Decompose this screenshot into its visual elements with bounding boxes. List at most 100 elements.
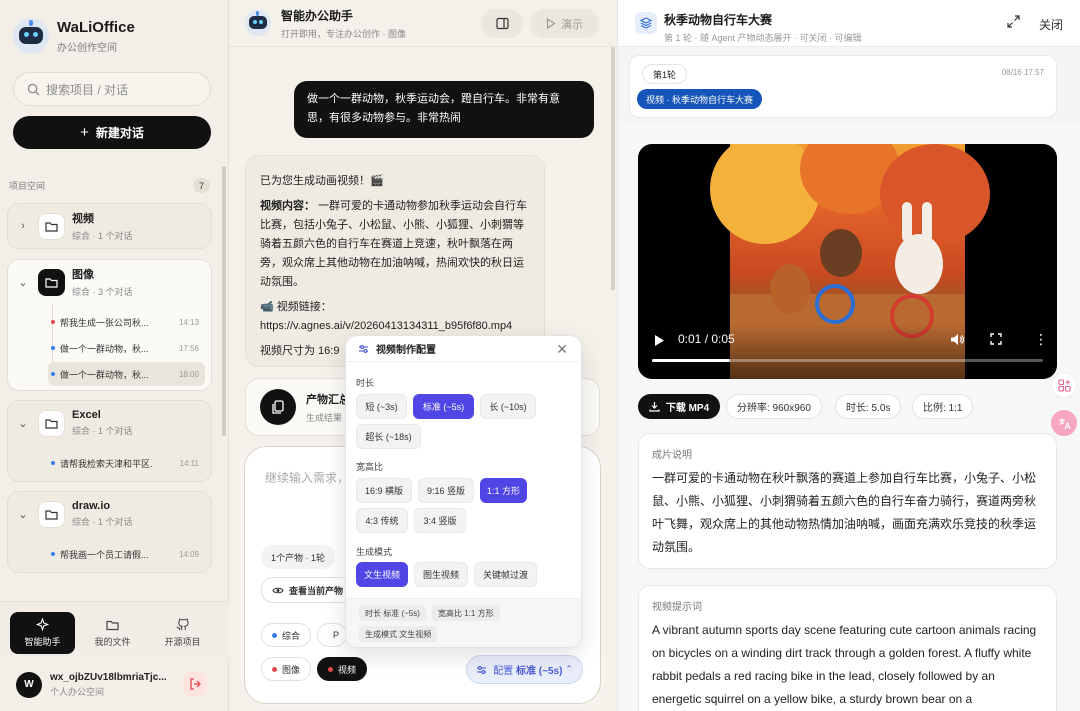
volume-icon[interactable] xyxy=(950,333,965,349)
conversation-title: 做一个一群动物，秋... xyxy=(60,343,149,354)
video-link[interactable]: https://v.agnes.ai/v/20260413134311_b95f… xyxy=(260,317,530,336)
artifact-title: 产物汇总 xyxy=(306,393,350,406)
preview-header: 秋季动物自行车大赛第 1 轮 · 随 Agent 产物动态展开 · 可关闭 · … xyxy=(618,0,1080,47)
ratio-option-16-9[interactable]: 16:9 横版 xyxy=(356,478,412,503)
close-icon[interactable]: ✕ xyxy=(556,341,568,358)
play-icon[interactable] xyxy=(654,334,665,350)
chat-input-placeholder[interactable]: 继续输入需求， xyxy=(265,469,349,486)
mode-chip-image[interactable]: 图像 xyxy=(261,657,312,681)
project-meta: 综合 · 1 个对话 xyxy=(72,517,133,527)
user-space: 个人办公空间 xyxy=(50,686,105,697)
chat-scrollbar[interactable] xyxy=(611,47,615,290)
preview-subtitle: 第 1 轮 · 随 Agent 产物动态展开 · 可关闭 · 可编辑 xyxy=(664,33,862,43)
artifact-tag[interactable]: 视频 · 秋季动物自行车大赛 xyxy=(637,89,762,109)
video-progress-track[interactable] xyxy=(652,359,1043,362)
project-item-drawio[interactable]: ⌄ draw.io 综合 · 1 个对话 帮我画一个员工请假... 14:09 xyxy=(7,491,212,573)
download-icon xyxy=(649,402,660,412)
preview-panel: 秋季动物自行车大赛第 1 轮 · 随 Agent 产物动态展开 · 可关闭 · … xyxy=(617,0,1080,711)
translate-fab[interactable] xyxy=(1051,410,1077,436)
conversation-title: 帮我生成一张公司秋... xyxy=(60,317,149,328)
mode-label: P xyxy=(333,630,340,640)
duration-option-short[interactable]: 短 (~3s) xyxy=(356,394,407,419)
status-dot xyxy=(51,372,55,376)
video-player[interactable]: 0:01 / 0:05 ⋮ xyxy=(638,144,1057,379)
mode-dot xyxy=(328,666,333,672)
apps-fab[interactable] xyxy=(1051,372,1077,398)
expand-icon[interactable] xyxy=(1007,15,1020,31)
logout-button[interactable] xyxy=(183,672,207,696)
config-button[interactable]: 配置 标准 (~5s) ⌃ xyxy=(466,655,583,684)
project-name: 图像 xyxy=(72,269,94,281)
view-artifacts-button[interactable]: 查看当前产物 xyxy=(261,577,355,603)
project-item-excel[interactable]: ⌄ Excel 综合 · 1 个对话 请帮我检索天津和平区... 14:11 xyxy=(7,400,212,482)
section-count-badge: 7 xyxy=(193,178,210,193)
more-vertical-icon[interactable]: ⋮ xyxy=(1034,332,1048,346)
popup-title: 视频制作配置 xyxy=(376,345,436,356)
ratio-option-1-1[interactable]: 1:1 方形 xyxy=(480,478,527,503)
ratio-option-4-3[interactable]: 4:3 传统 xyxy=(356,508,408,533)
search-input[interactable]: 搜索项目 / 对话 xyxy=(13,72,211,106)
project-item-video[interactable]: › 视频综合 · 1 个对话 xyxy=(7,203,212,249)
preview-body: 0:01 / 0:05 ⋮ 下载 MP4 分辨率: 960x960 时长: 5.… xyxy=(618,124,1080,711)
toggle-panel-button[interactable] xyxy=(481,9,523,38)
assistant-content: 视频内容： 一群可爱的卡通动物参加秋季运动会自行车比赛，包括小兔子、小松鼠、小熊… xyxy=(260,197,530,292)
download-mp4-button[interactable]: 下载 MP4 xyxy=(638,394,720,419)
duration-option-standard[interactable]: 标准 (~5s) xyxy=(413,394,474,419)
apps-icon xyxy=(1057,378,1071,392)
round-badge: 第1轮 xyxy=(642,64,688,84)
chevron-down-icon[interactable]: ⌄ xyxy=(8,276,38,289)
popup-header: 视频制作配置 xyxy=(346,336,581,362)
conversation-item[interactable]: 帮我生成一张公司秋... 14:13 xyxy=(48,310,205,334)
sidebar: WaLiOffice 办公创作空间 搜索项目 / 对话 + 新建对话 项目空间 7… xyxy=(0,0,229,711)
new-chat-button[interactable]: + 新建对话 xyxy=(13,116,211,149)
robot-logo-icon xyxy=(13,18,49,54)
mode-dot xyxy=(272,632,277,638)
ratio-option-3-4[interactable]: 3:4 竖版 xyxy=(414,508,466,533)
conversation-title: 做一个一群动物，秋... xyxy=(60,369,149,380)
chevron-right-icon[interactable]: › xyxy=(8,220,38,232)
ratio-option-9-16[interactable]: 9:16 竖版 xyxy=(418,478,474,503)
chevron-up-icon: ⌃ xyxy=(565,664,573,674)
nav-my-files[interactable]: 我的文件 xyxy=(80,612,145,654)
conversation-item-selected[interactable]: 做一个一群动物，秋... 18:00 xyxy=(48,362,205,386)
duration-option-long[interactable]: 长 (~10s) xyxy=(480,394,536,419)
robot-avatar-icon xyxy=(245,10,271,36)
close-preview-button[interactable]: 关闭 xyxy=(1039,16,1063,33)
translate-icon xyxy=(1058,418,1071,429)
sliders-icon xyxy=(359,344,368,353)
mode-chip-p[interactable]: P xyxy=(317,623,347,647)
mode-option-text-to-video[interactable]: 文生视频 xyxy=(356,562,408,587)
conversation-title: 请帮我检索天津和平区... xyxy=(60,458,152,469)
artifact-subtitle: 生成结果 xyxy=(306,412,343,423)
user-profile[interactable]: W wx_ojbZUv18lbmriaTjc... 个人办公空间 xyxy=(0,658,229,711)
duration-option-extra-long[interactable]: 超长 (~18s) xyxy=(356,424,421,449)
mode-chip-general[interactable]: 综合 xyxy=(261,623,312,647)
mode-chip-video[interactable]: 视频 xyxy=(317,657,368,681)
project-item-image[interactable]: ⌄ 图像 综合 · 3 个对话 帮我生成一张公司秋... 14:13 做一个一群动物… xyxy=(7,259,212,391)
nav-assistant[interactable]: 智能助手 xyxy=(10,612,75,654)
conversation-item[interactable]: 请帮我检索天津和平区... 14:11 xyxy=(48,451,205,475)
conversation-item[interactable]: 做一个一群动物，秋... 17:56 xyxy=(48,336,205,360)
demo-label: 演示 xyxy=(561,18,583,31)
project-name: Excel xyxy=(72,409,101,421)
conversation-item[interactable]: 帮我画一个员工请假... 14:09 xyxy=(48,542,205,566)
chevron-down-icon[interactable]: ⌄ xyxy=(8,508,38,521)
mode-label: 视频 xyxy=(338,664,357,675)
mode-option-image-to-video[interactable]: 图生视频 xyxy=(414,562,468,587)
mode-option-keyframe[interactable]: 关键帧过渡 xyxy=(474,562,537,587)
sliders-icon xyxy=(477,665,487,674)
status-dot xyxy=(51,461,55,465)
status-dot xyxy=(51,552,55,556)
project-meta: 综合 · 1 个对话 xyxy=(72,231,133,241)
ratio-label: 宽高比 xyxy=(356,462,384,472)
fullscreen-icon[interactable] xyxy=(990,333,1002,348)
project-name: 视频 xyxy=(72,213,94,225)
sidebar-scrollbar[interactable] xyxy=(222,166,226,436)
conversation-time: 14:09 xyxy=(178,549,199,559)
status-dot xyxy=(51,346,55,350)
summary-tag-ratio: 宽高比 1:1 方形 xyxy=(432,605,500,621)
nav-open-source[interactable]: 开源项目 xyxy=(150,612,215,654)
sparkle-icon xyxy=(36,618,49,631)
chevron-down-icon[interactable]: ⌄ xyxy=(8,417,38,430)
demo-button[interactable]: 演示 xyxy=(530,9,599,38)
